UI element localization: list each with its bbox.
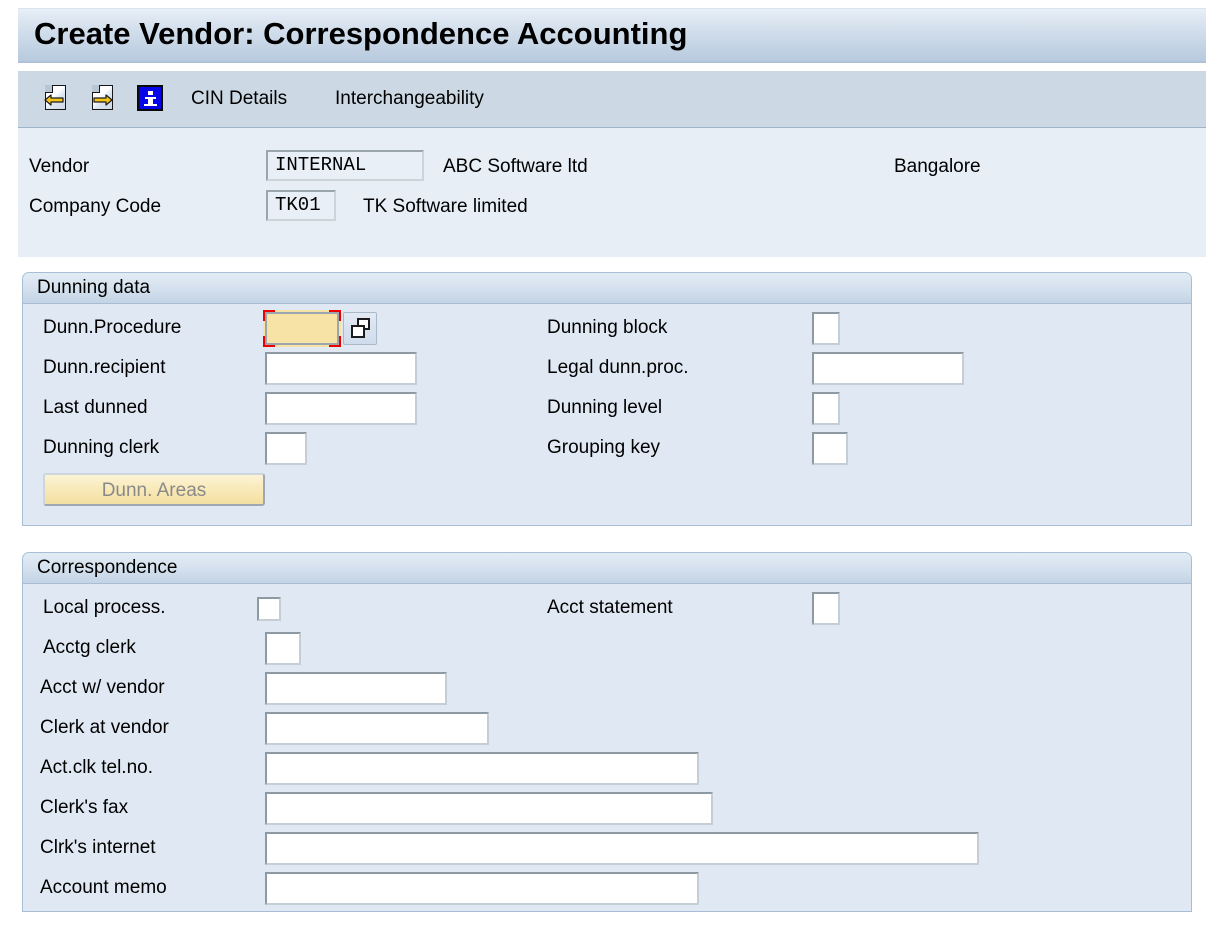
clrks-internet-input[interactable] — [265, 832, 979, 865]
page-title: Create Vendor: Correspondence Accounting — [34, 16, 688, 51]
acctg-clerk-input[interactable] — [265, 632, 301, 665]
acct-w-vendor-input[interactable] — [265, 672, 447, 705]
company-code-label: Company Code — [29, 196, 162, 217]
vendor-name-text: ABC Software ltd — [443, 156, 588, 177]
cin-details-button[interactable]: CIN Details — [191, 88, 287, 110]
vendor-field[interactable]: INTERNAL — [266, 150, 424, 181]
dunn-areas-button[interactable]: Dunn. Areas — [43, 473, 265, 506]
correspondence-panel-title: Correspondence — [37, 557, 178, 578]
dunning-level-label: Dunning level — [547, 397, 663, 418]
local-process-checkbox[interactable] — [257, 597, 281, 621]
clerks-fax-input[interactable] — [265, 792, 713, 825]
dunn-procedure-label: Dunn.Procedure — [43, 317, 182, 338]
acctg-clerk-label: Acctg clerk — [43, 637, 136, 658]
sap-screen: Create Vendor: Correspondence Accounting — [0, 0, 1206, 934]
interchangeability-button[interactable]: Interchangeability — [335, 88, 484, 110]
vendor-label: Vendor — [29, 156, 90, 177]
vendor-city-text: Bangalore — [894, 156, 981, 177]
act-clk-tel-input[interactable] — [265, 752, 699, 785]
acct-w-vendor-label: Acct w/ vendor — [40, 677, 165, 698]
grouping-key-input[interactable] — [812, 432, 848, 465]
dunn-recipient-label: Dunn.recipient — [43, 357, 166, 378]
correspondence-panel: Correspondence Local process. Acct state… — [22, 552, 1192, 912]
company-code-name-text: TK Software limited — [363, 196, 528, 217]
dunning-clerk-input[interactable] — [265, 432, 307, 465]
local-process-label: Local process. — [43, 597, 166, 618]
dunn-procedure-input[interactable] — [265, 312, 339, 345]
legal-dunn-proc-label: Legal dunn.proc. — [547, 357, 689, 378]
legal-dunn-proc-input[interactable] — [812, 352, 964, 385]
grouping-key-label: Grouping key — [547, 437, 661, 458]
vendor-header-area: Vendor INTERNAL ABC Software ltd Bangalo… — [18, 128, 1206, 257]
next-page-icon — [90, 85, 116, 111]
act-clk-tel-label: Act.clk tel.no. — [40, 757, 153, 778]
arrow-right-glyph — [93, 94, 113, 106]
account-memo-label: Account memo — [40, 877, 167, 898]
information-button[interactable] — [137, 85, 165, 113]
clerk-at-vendor-input[interactable] — [265, 712, 489, 745]
next-page-button[interactable] — [90, 85, 118, 113]
previous-page-icon — [43, 85, 69, 111]
dunning-panel-header: Dunning data — [23, 273, 1191, 304]
clerks-fax-label: Clerk's fax — [40, 797, 129, 818]
arrow-left-glyph — [44, 94, 64, 106]
application-toolbar: CIN Details Interchangeability — [18, 71, 1206, 128]
dunn-recipient-input[interactable] — [265, 352, 417, 385]
information-icon — [137, 85, 163, 111]
dunning-level-input[interactable] — [812, 392, 840, 425]
previous-page-button[interactable] — [43, 85, 71, 113]
company-code-field[interactable]: TK01 — [266, 190, 336, 221]
acct-statement-label: Acct statement — [547, 597, 673, 618]
dunning-data-panel: Dunning data Dunn.Procedure Dunn.recipie… — [22, 272, 1192, 526]
window-title-bar: Create Vendor: Correspondence Accounting — [18, 8, 1206, 63]
clerk-at-vendor-label: Clerk at vendor — [40, 717, 169, 738]
dunning-block-input[interactable] — [812, 312, 840, 345]
dunning-panel-title: Dunning data — [37, 277, 151, 298]
clrks-internet-label: Clrk's internet — [40, 837, 156, 858]
acct-statement-input[interactable] — [812, 592, 840, 625]
last-dunned-label: Last dunned — [43, 397, 148, 418]
correspondence-panel-header: Correspondence — [23, 553, 1191, 584]
account-memo-input[interactable] — [265, 872, 699, 905]
dunning-block-label: Dunning block — [547, 317, 668, 338]
last-dunned-input[interactable] — [265, 392, 417, 425]
dunn-procedure-search-help-button[interactable] — [343, 312, 377, 345]
dunning-clerk-label: Dunning clerk — [43, 437, 160, 458]
